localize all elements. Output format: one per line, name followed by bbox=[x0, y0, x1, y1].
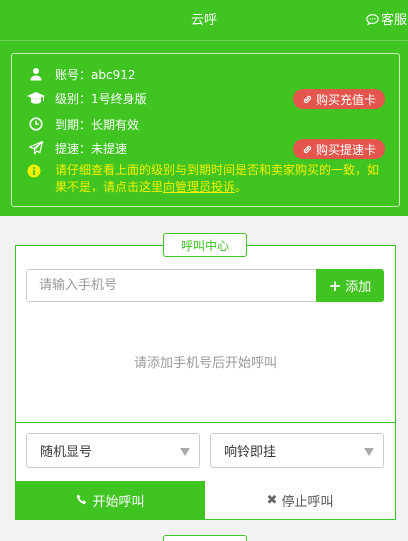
account-text: 账号：abc912 bbox=[55, 67, 136, 82]
ring-mode-select[interactable]: 响铃即挂 bbox=[210, 433, 384, 468]
call-center-title: 呼叫中心 bbox=[163, 233, 247, 257]
add-phone-button[interactable]: + 添加 bbox=[316, 269, 384, 302]
start-call-button[interactable]: 开始呼叫 bbox=[16, 481, 205, 519]
page-title: 云呼 bbox=[190, 13, 217, 28]
plus-icon: + bbox=[328, 276, 342, 295]
warning-tail: 。 bbox=[235, 180, 248, 194]
clock-icon bbox=[27, 117, 45, 131]
add-label: 添加 bbox=[345, 280, 372, 295]
support-label: 客服 bbox=[381, 13, 408, 28]
level-row: 级别：1号终身版 bbox=[12, 88, 147, 108]
phone-icon bbox=[77, 494, 87, 505]
panel-divider bbox=[16, 422, 395, 423]
start-call-label: 开始呼叫 bbox=[92, 494, 145, 510]
speedup-text: 提速：未提速 bbox=[55, 141, 128, 156]
header-bar: 云呼 客服 账号：abc912 级别：1号终身版 到期：长期有效 提速：未提速 … bbox=[0, 0, 408, 216]
chat-bubble-icon bbox=[366, 14, 379, 26]
support-link[interactable]: 客服 bbox=[366, 9, 407, 28]
link-icon bbox=[303, 145, 312, 153]
account-row: 账号：abc912 bbox=[12, 64, 135, 84]
paper-plane-icon bbox=[27, 141, 45, 155]
level-text: 级别：1号终身版 bbox=[55, 91, 147, 106]
caret-down-icon bbox=[364, 448, 374, 456]
close-icon: ✖ bbox=[266, 492, 278, 508]
next-section-title bbox=[163, 535, 247, 541]
header-divider bbox=[0, 40, 408, 41]
warning-notice: 请仔细查看上面的级别与到期时间是否和卖家购买的一致，如果不是，请点击这里向管理员… bbox=[27, 162, 387, 196]
expiry-row: 到期：长期有效 bbox=[12, 114, 139, 134]
phone-number-input[interactable] bbox=[26, 269, 317, 302]
buy-speedup-card-button[interactable]: 购买提速卡 bbox=[293, 139, 386, 159]
stop-call-button[interactable]: ✖ 停止呼叫 bbox=[205, 481, 395, 519]
account-info-box: 账号：abc912 级别：1号终身版 到期：长期有效 提速：未提速 购买充值卡 bbox=[11, 53, 400, 207]
stop-call-label: 停止呼叫 bbox=[281, 494, 334, 510]
complain-link[interactable]: 向管理员投诉 bbox=[163, 180, 235, 194]
ring-mode-value: 响铃即挂 bbox=[224, 445, 277, 460]
expiry-text: 到期：长期有效 bbox=[55, 117, 140, 132]
speedup-row: 提速：未提速 bbox=[12, 138, 127, 158]
caret-down-icon bbox=[180, 448, 190, 456]
info-circle-icon bbox=[27, 164, 41, 178]
caller-id-select[interactable]: 随机显号 bbox=[26, 433, 200, 468]
caller-id-value: 随机显号 bbox=[40, 445, 93, 460]
buy-recharge-label: 购买充值卡 bbox=[316, 92, 377, 107]
user-icon bbox=[27, 67, 45, 81]
buy-recharge-card-button[interactable]: 购买充值卡 bbox=[293, 89, 386, 109]
graduation-cap-icon bbox=[27, 91, 45, 105]
link-icon bbox=[303, 95, 312, 103]
empty-list-message: 请添加手机号后开始呼叫 bbox=[133, 356, 277, 371]
buy-speedup-label: 购买提速卡 bbox=[316, 142, 377, 157]
